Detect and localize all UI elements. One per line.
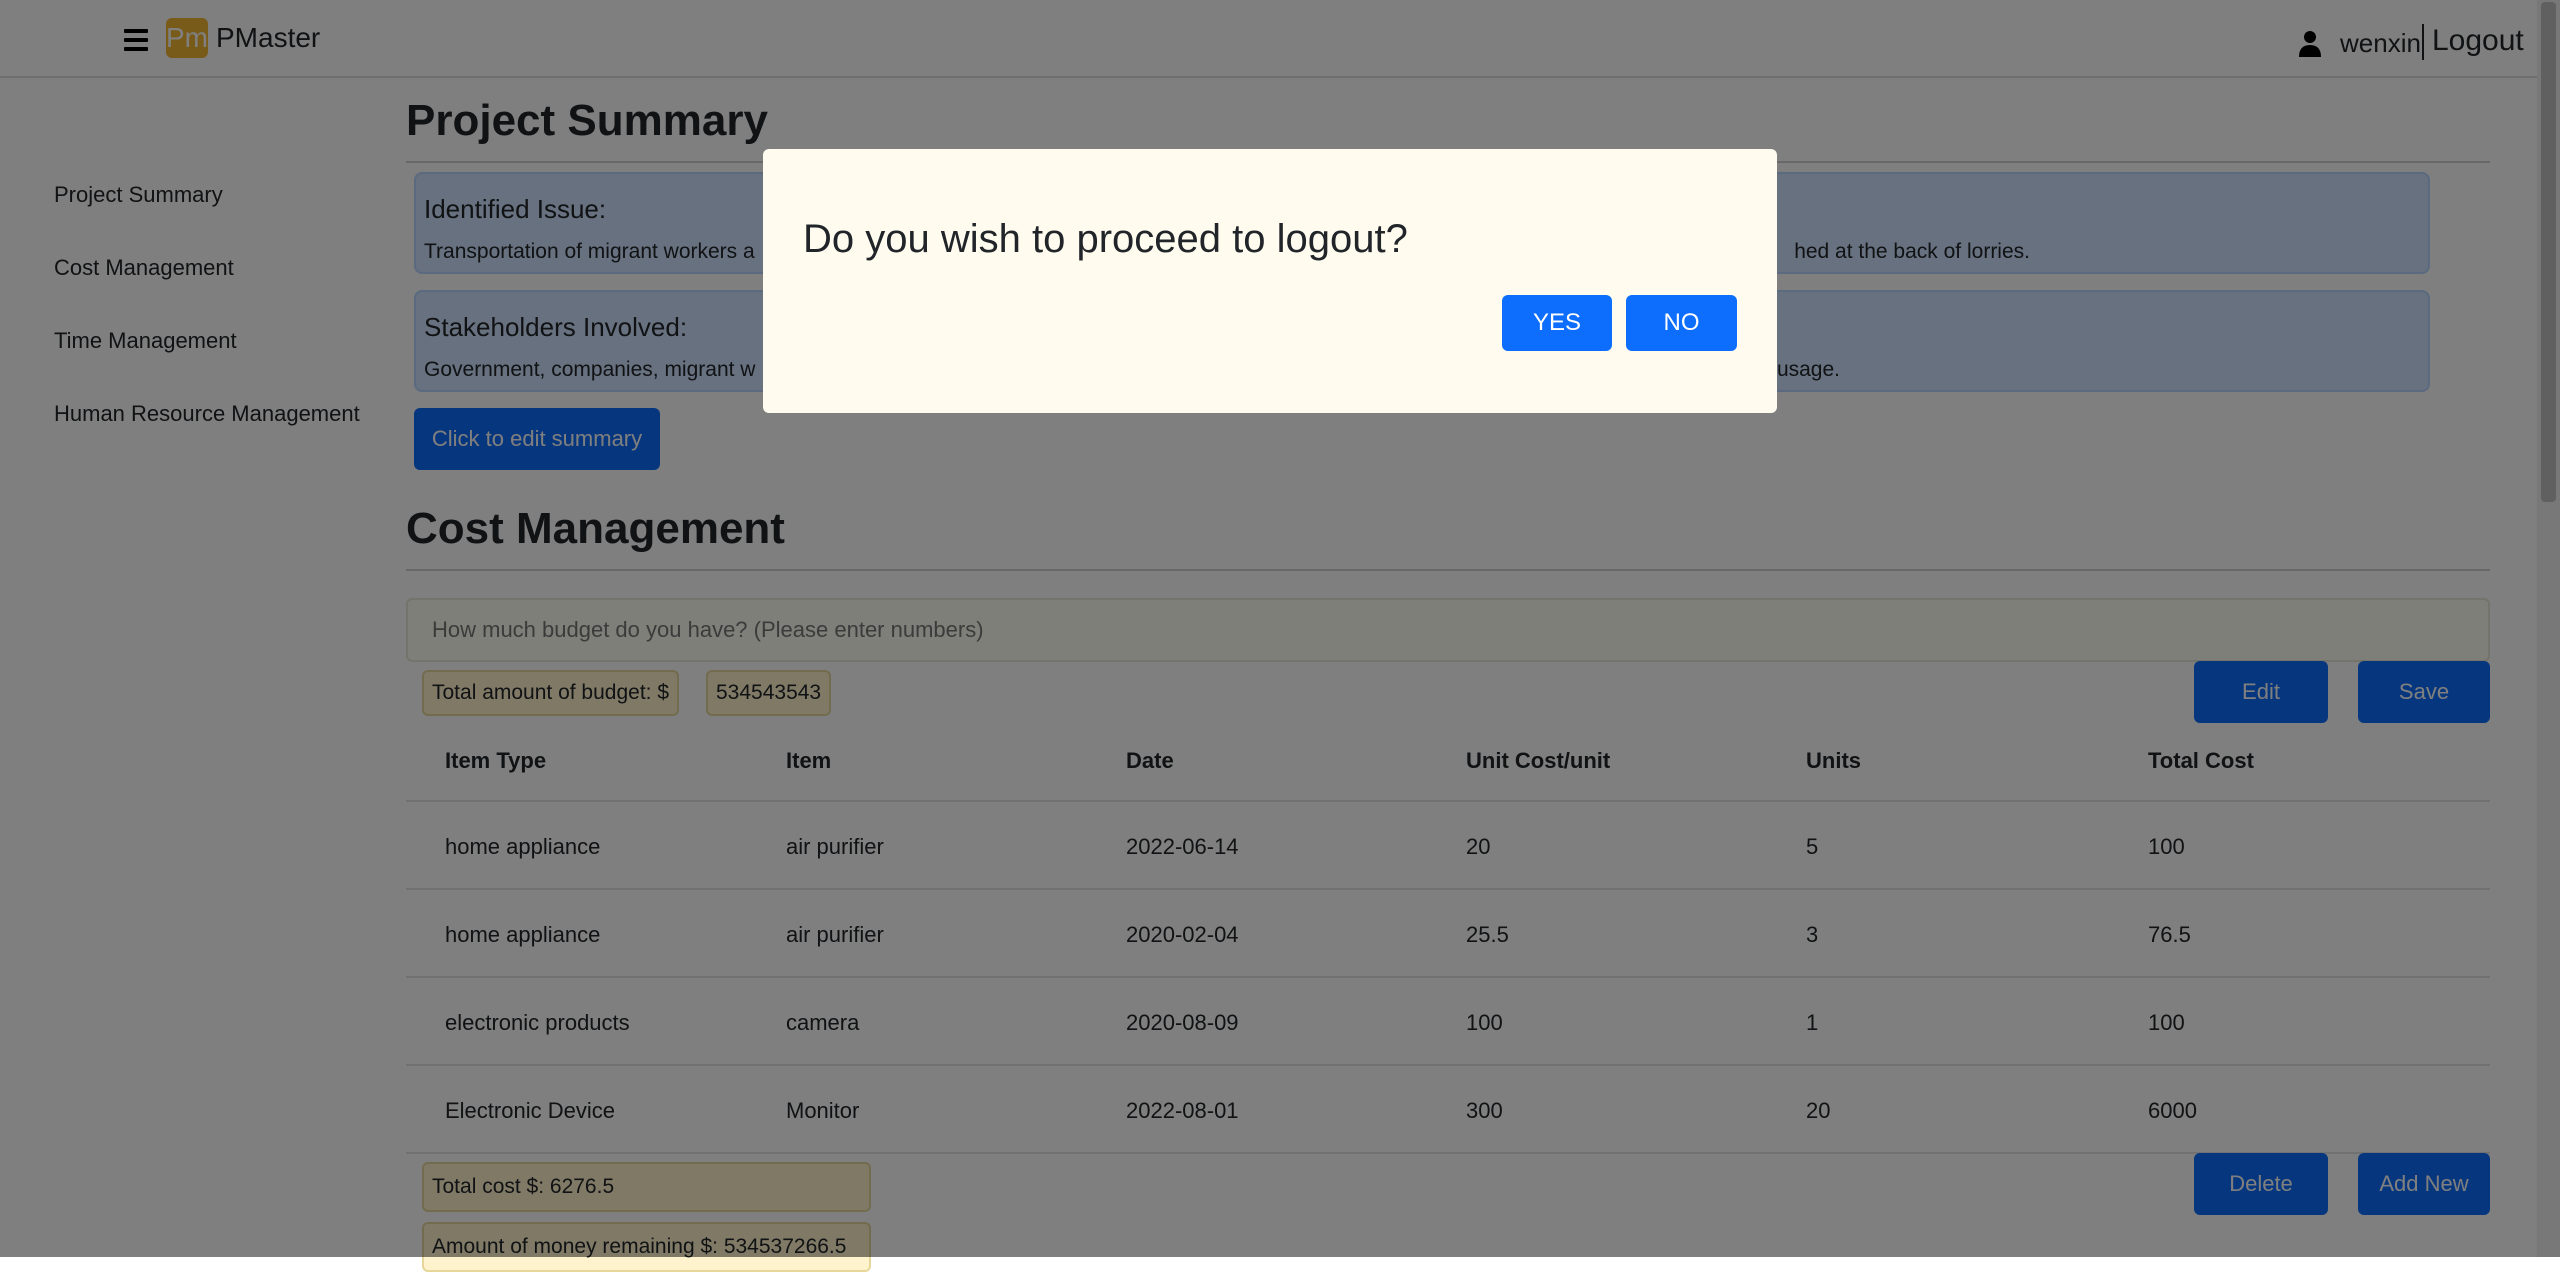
dialog-message: Do you wish to proceed to logout? bbox=[803, 217, 1408, 261]
yes-button[interactable]: YES bbox=[1502, 295, 1612, 351]
no-button[interactable]: NO bbox=[1626, 295, 1737, 351]
logout-confirm-dialog: Do you wish to proceed to logout? YES NO bbox=[763, 149, 1777, 413]
